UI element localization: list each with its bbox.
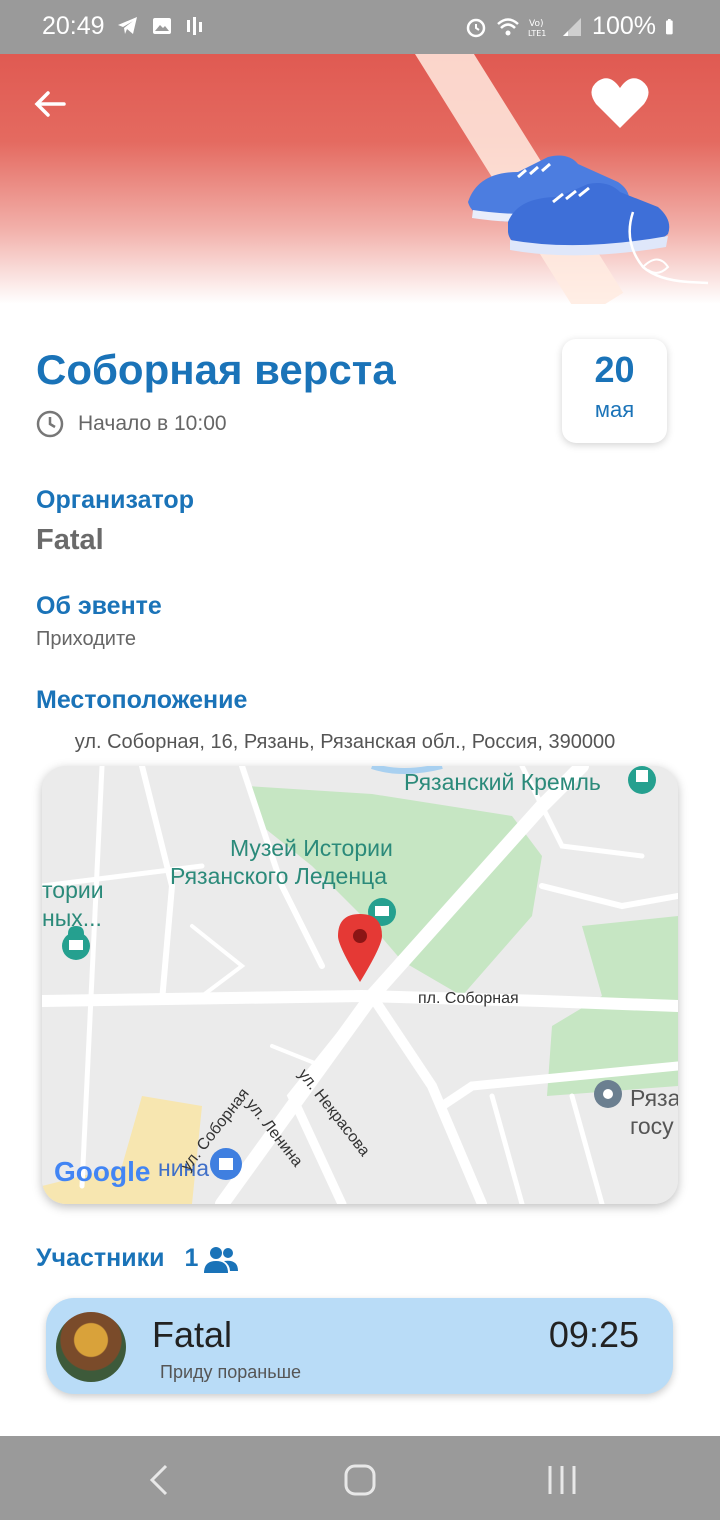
about-label: Об эвенте [36,592,162,620]
cell-signal-icon [563,17,582,36]
people-icon [204,1246,239,1273]
date-month: мая [594,397,635,422]
organizer-label: Организатор [36,486,194,514]
system-nav-bar [0,1436,720,1520]
landmark-icon [628,766,656,794]
participants-label: Участники [36,1244,165,1272]
svg-text:LTE1: LTE1 [528,29,546,38]
map-label-right-poi-2: госу [630,1113,674,1139]
avatar [56,1312,126,1382]
heart-icon[interactable] [590,76,650,132]
organizer-name[interactable]: Fatal [36,524,104,557]
participants-count: 1 [184,1244,199,1272]
map-label-kremlin: Рязанский Кремль [404,769,601,795]
participants-header: Участники 1 [36,1244,239,1273]
nav-home-icon[interactable] [340,1460,380,1500]
arrow-left-icon[interactable] [30,84,70,124]
start-time-text: Начало в 10:00 [78,412,227,435]
participant-time: 09:25 [548,1314,639,1355]
participant-card[interactable]: Fatal Приду пораньше 09:25 [46,1298,673,1394]
map-label-museum-2: Рязанского Леденца [170,863,388,889]
status-left-icons [116,14,208,38]
status-right-icons: Vo) LTE1 100% [464,12,680,41]
status-bar: 20:49 Vo) LTE1 100% [0,0,720,54]
street-sobornaya-square: пл. Соборная [418,990,519,1007]
event-title: Соборная верста [36,346,396,393]
participant-note: Приду пораньше [160,1362,302,1382]
nav-recents-icon[interactable] [542,1460,582,1500]
map-label-museum-1: Музей Истории [230,835,393,861]
location-map[interactable]: Рязанский Кремль Музей Истории Рязанског… [42,766,678,1204]
clock-icon [36,410,64,438]
event-header [0,54,720,304]
map-label-left-poi-1: тории [42,877,104,903]
svg-text:Vo): Vo) [529,19,543,29]
signal-bars-icon [187,17,202,35]
volte-icon: Vo)LTE1 [528,19,546,38]
start-time-row: Начало в 10:00 [36,410,227,438]
shopping-icon [210,1148,242,1180]
nav-back-icon[interactable] [140,1460,180,1500]
about-text: Приходите [36,628,137,650]
date-day: 20 [594,349,635,390]
battery-percent: 100% [592,12,656,40]
location-address: ул. Соборная, 16, Рязань, Рязанская обл.… [74,731,616,753]
map-label-right-poi-1: Ряза [630,1085,678,1111]
map-label-left-poi-2: ных... [42,905,102,931]
date-card: 20 мая [562,339,667,443]
sneakers-illustration [468,155,709,285]
location-label: Местоположение [36,686,248,714]
status-time: 20:49 [42,12,105,40]
telegram-icon [118,17,137,34]
participant-name: Fatal [152,1314,233,1355]
gallery-icon [153,18,171,34]
wifi-icon [497,17,519,35]
battery-icon [666,18,673,34]
google-logo: Google [54,1156,151,1187]
alarm-icon [466,18,486,37]
place-icon [594,1080,622,1108]
